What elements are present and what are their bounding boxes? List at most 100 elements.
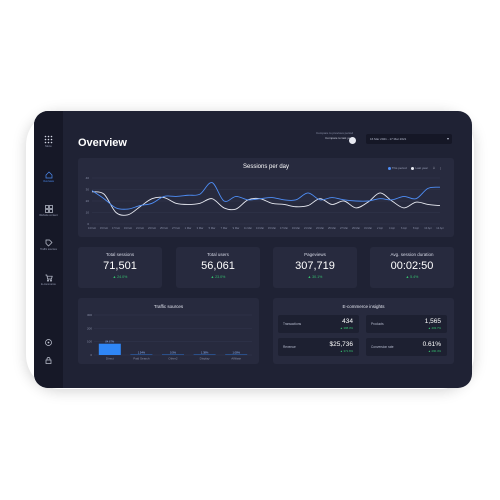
x-tick-label: 6 Apr — [401, 226, 407, 230]
x-tick-label: 23 Feb — [148, 226, 157, 230]
traffic-sources-bar-chart: 0 100 200 300 84.67% Direct 1.54% Paid Search 0.… — [87, 313, 252, 361]
ecommerce-insights-title: E-commerce insights — [342, 304, 385, 309]
x-tick-label: 27 Feb — [172, 226, 181, 230]
kpi-value: 00:02:50 — [390, 260, 434, 272]
page-title: Overview — [78, 137, 127, 149]
y-tick-label: 30 — [86, 188, 90, 192]
x-tick-label: 25 Feb — [160, 226, 169, 230]
kpi-value: 56,061 — [201, 260, 235, 272]
compare-toggle[interactable] — [349, 137, 356, 144]
x-tick-label: Other2 — [168, 357, 178, 361]
home-icon — [45, 171, 52, 179]
menu-button[interactable]: Menu — [34, 135, 63, 148]
cart-icon — [45, 274, 53, 282]
grid-icon — [44, 205, 53, 213]
x-tick-label: 19 Feb — [124, 226, 133, 230]
chevron-down-icon: ▾ — [446, 136, 449, 141]
sidebar-item-traffic-sources[interactable]: Traffic sources — [34, 239, 63, 251]
data-label: 1.08% — [233, 350, 241, 354]
sessions-chart-card: Sessions per day This period Last year ⇩… — [78, 158, 454, 237]
kpi-label: Total sessions — [105, 252, 135, 257]
sidebar-item-overview[interactable]: Overview — [34, 171, 63, 183]
help-button[interactable] — [34, 339, 63, 346]
x-tick-label: 27 Mar — [340, 226, 348, 230]
kpi-change: ▲ 24.0% — [112, 275, 128, 279]
x-tick-label: 17 Mar — [280, 226, 288, 230]
data-label: 84.67% — [105, 340, 114, 344]
x-tick-label: 15 Feb — [100, 226, 109, 230]
compare-labels: Compare to previous period Compare to la… — [293, 131, 353, 141]
x-tick-label: Direct — [106, 357, 114, 361]
ecommerce-insights-card: E-commerce insights Transactions 434 ▲ 3… — [273, 298, 454, 364]
help-icon — [45, 339, 52, 346]
insight-products: Products 1,565 ▲ 403.7% — [366, 315, 447, 333]
insight-value: $25,736 — [329, 341, 354, 348]
insight-label: Conversion rate — [371, 345, 394, 349]
date-range-value: 16 Mar 2021 - 17 Mar 2021 — [370, 137, 407, 141]
sidebar-item-label: E-commerce — [41, 283, 56, 286]
compare-last-year-label: Compare to last year — [325, 136, 353, 140]
lock-button[interactable] — [34, 357, 63, 364]
grid-menu-icon — [44, 135, 53, 144]
data-label: 1.38% — [201, 350, 209, 354]
x-tick-label: Paid Search — [133, 357, 150, 361]
sidebar-item-ecommerce[interactable]: E-commerce — [34, 274, 63, 286]
x-tick-label: 9 Mar — [233, 226, 240, 230]
x-tick-label: 13 Mar — [256, 226, 264, 230]
x-tick-label: 4 Apr — [389, 226, 395, 230]
insight-label: Transactions — [283, 322, 302, 326]
y-tick-label: 100 — [87, 340, 92, 344]
y-tick-label: 10 — [86, 211, 90, 215]
x-tick-label: 7 Mar — [221, 226, 228, 230]
kpi-label: Pageviews — [304, 252, 326, 257]
insight-change: ▲ 403.7% — [427, 326, 441, 330]
x-tick-label: 29 Mar — [352, 226, 360, 230]
x-tick-label: 17 Feb — [112, 226, 121, 230]
kpi-pageviews: Pageviews 307,719 ▲ 30.1% — [273, 247, 357, 288]
insight-value: 0.61% — [422, 341, 441, 348]
sidebar-item-label: Overview — [43, 180, 54, 183]
x-tick-label: 15 Mar — [268, 226, 276, 230]
insight-revenue: Revenue $25,736 ▲ 371.6% — [278, 338, 359, 356]
kpi-avg-session-duration: Avg. session duration 00:02:50 ▲ 5.4% — [370, 247, 454, 288]
x-tick-label: 23 Mar — [316, 226, 324, 230]
y-tick-label: 20 — [86, 199, 90, 203]
kpi-total-users: Total users 56,061 ▲ 23.0% — [176, 247, 260, 288]
x-tick-label: 25 Mar — [328, 226, 336, 230]
sessions-line-chart: 01020304013 Feb 15 Feb 17 Feb 19 Feb 21 Feb 2… — [86, 176, 444, 230]
app-screen: Menu Overview Website content Traffic so… — [34, 111, 472, 388]
y-tick-label: 200 — [87, 326, 92, 330]
kpi-label: Avg. session duration — [390, 252, 434, 257]
sidebar: Menu Overview Website content Traffic so… — [34, 111, 63, 388]
bar — [98, 343, 121, 355]
x-tick-label: 10 Apr — [424, 226, 432, 230]
series-line-this-period — [91, 182, 441, 210]
x-tick-label: 21 Feb — [136, 226, 145, 230]
y-tick-label: 300 — [87, 313, 92, 317]
insight-conversion-rate: Conversion rate 0.61% ▲ 290.4% — [366, 338, 447, 356]
insight-value: 434 — [342, 318, 353, 325]
lock-icon — [45, 357, 52, 364]
x-tick-label: 11 Mar — [244, 226, 252, 230]
x-tick-label: 19 Mar — [292, 226, 300, 230]
y-tick-label: 0 — [90, 353, 92, 357]
traffic-sources-card: Traffic sources 0 100 200 300 84.67% Direct 1.… — [78, 298, 259, 364]
insight-label: Revenue — [283, 345, 296, 349]
date-range-picker[interactable]: 16 Mar 2021 - 17 Mar 2021 ▾ — [366, 134, 452, 144]
menu-label: Menu — [45, 145, 52, 148]
sidebar-item-label: Traffic sources — [40, 248, 57, 251]
kpi-change: ▲ 23.0% — [210, 275, 226, 279]
insight-change: ▲ 290.4% — [427, 349, 441, 353]
x-tick-label: 31 Mar — [364, 226, 372, 230]
data-label: 0.5% — [170, 350, 177, 354]
insight-change: ▲ 371.6% — [339, 349, 353, 353]
sidebar-item-label: Website content — [39, 214, 58, 217]
insight-transactions: Transactions 434 ▲ 388.3% — [278, 315, 359, 333]
insight-label: Products — [371, 322, 384, 326]
data-label: 1.54% — [138, 350, 146, 354]
series-line-last-year — [91, 191, 441, 216]
insight-change: ▲ 388.3% — [339, 326, 353, 330]
sidebar-item-website-content[interactable]: Website content — [34, 205, 63, 217]
kpi-value: 307,719 — [295, 260, 335, 272]
x-tick-label: 1 Mar — [185, 226, 192, 230]
